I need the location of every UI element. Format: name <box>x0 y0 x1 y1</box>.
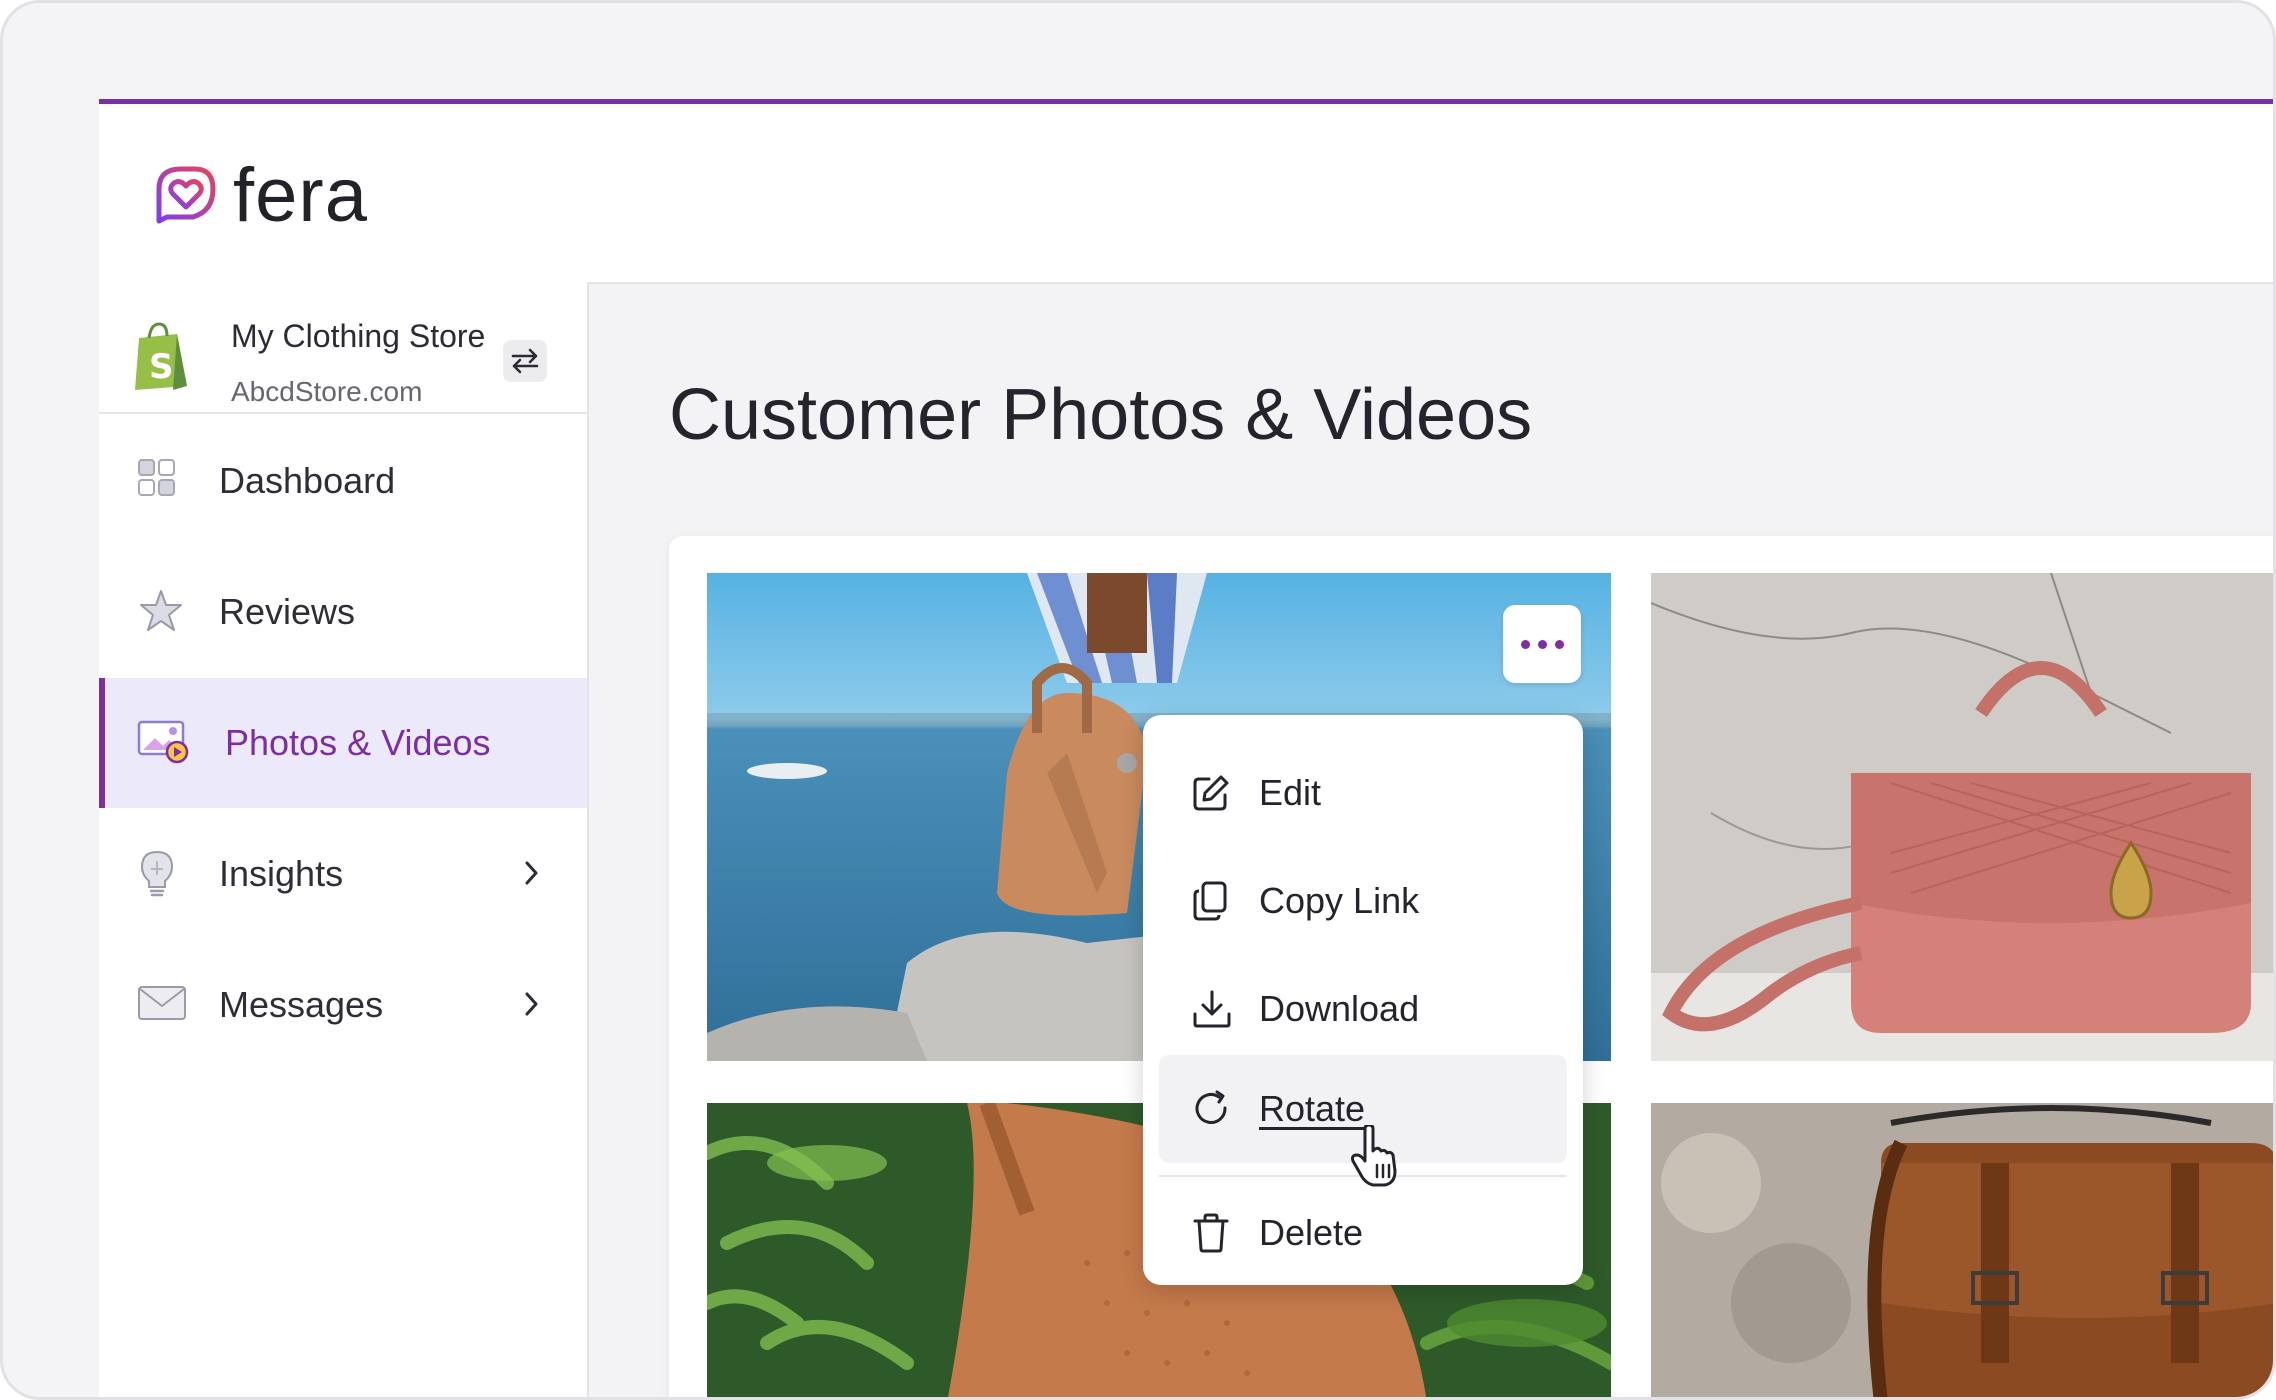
hand-pointer-cursor-icon <box>1351 1125 1397 1187</box>
dashboard-grid-icon <box>138 459 175 496</box>
fera-logo[interactable]: fera <box>149 152 368 239</box>
menu-item-label: Download <box>1259 988 1420 1029</box>
store-url: AbcdStore.com <box>231 376 423 407</box>
menu-item-label: Rotate <box>1259 1088 1366 1129</box>
window-frame: fera S My Clothing Store AbcdStore.com D… <box>0 0 2276 1400</box>
menu-item-delete[interactable]: Delete <box>1159 1179 1567 1287</box>
menu-item-label: Edit <box>1259 772 1322 813</box>
envelope-icon <box>138 986 186 1020</box>
menu-item-copy-link[interactable]: Copy Link <box>1159 847 1567 955</box>
photo-pink-handbag <box>1651 573 2273 1061</box>
sidebar-item-label: Photos & Videos <box>225 722 491 763</box>
photo-context-menu: Edit Copy Link Download Rotate Delete <box>1143 715 1583 1285</box>
switch-store-button[interactable] <box>503 340 547 382</box>
brand-name: fera <box>233 153 368 238</box>
chevron-right-icon <box>525 992 538 1016</box>
sidebar-item-insights[interactable]: Insights <box>99 809 587 939</box>
chevron-right-icon <box>525 861 538 885</box>
sidebar-item-label: Reviews <box>219 591 356 632</box>
copy-icon <box>1193 881 1227 921</box>
edit-icon <box>1193 775 1229 811</box>
sidebar-item-dashboard[interactable]: Dashboard <box>99 416 587 546</box>
store-name: My Clothing Store <box>231 318 486 354</box>
download-icon <box>1193 990 1231 1028</box>
sidebar-item-label: Insights <box>219 853 344 894</box>
more-options-button[interactable] <box>1503 605 1581 683</box>
svg-text:S: S <box>149 347 174 387</box>
sidebar-item-photos-videos[interactable]: Photos & Videos <box>99 678 587 808</box>
menu-item-download[interactable]: Download <box>1159 955 1567 1063</box>
photo-tile[interactable] <box>1651 1103 2273 1397</box>
menu-item-edit[interactable]: Edit <box>1159 739 1567 847</box>
menu-item-label: Delete <box>1259 1212 1364 1253</box>
sidebar-item-reviews[interactable]: Reviews <box>99 547 587 677</box>
lightbulb-icon <box>140 850 174 897</box>
star-icon <box>140 590 182 631</box>
photo-tile[interactable] <box>1651 573 2273 1061</box>
photo-leather-satchel <box>1651 1103 2273 1397</box>
shopify-bag-icon: S <box>135 322 187 390</box>
more-horizontal-icon <box>1520 639 1530 649</box>
store-selector[interactable]: S My Clothing Store AbcdStore.com <box>99 282 587 414</box>
page-title: Customer Photos & Videos <box>669 375 1533 455</box>
trash-icon <box>1193 1213 1229 1253</box>
menu-item-label: Copy Link <box>1259 880 1420 921</box>
fera-heart-icon <box>156 166 216 223</box>
swap-arrows-icon <box>511 348 539 374</box>
sidebar-item-label: Messages <box>219 984 384 1025</box>
sidebar-item-label: Dashboard <box>219 460 396 501</box>
rotate-icon <box>1195 1090 1227 1124</box>
sidebar-item-messages[interactable]: Messages <box>99 940 587 1070</box>
photo-video-icon <box>137 720 189 764</box>
